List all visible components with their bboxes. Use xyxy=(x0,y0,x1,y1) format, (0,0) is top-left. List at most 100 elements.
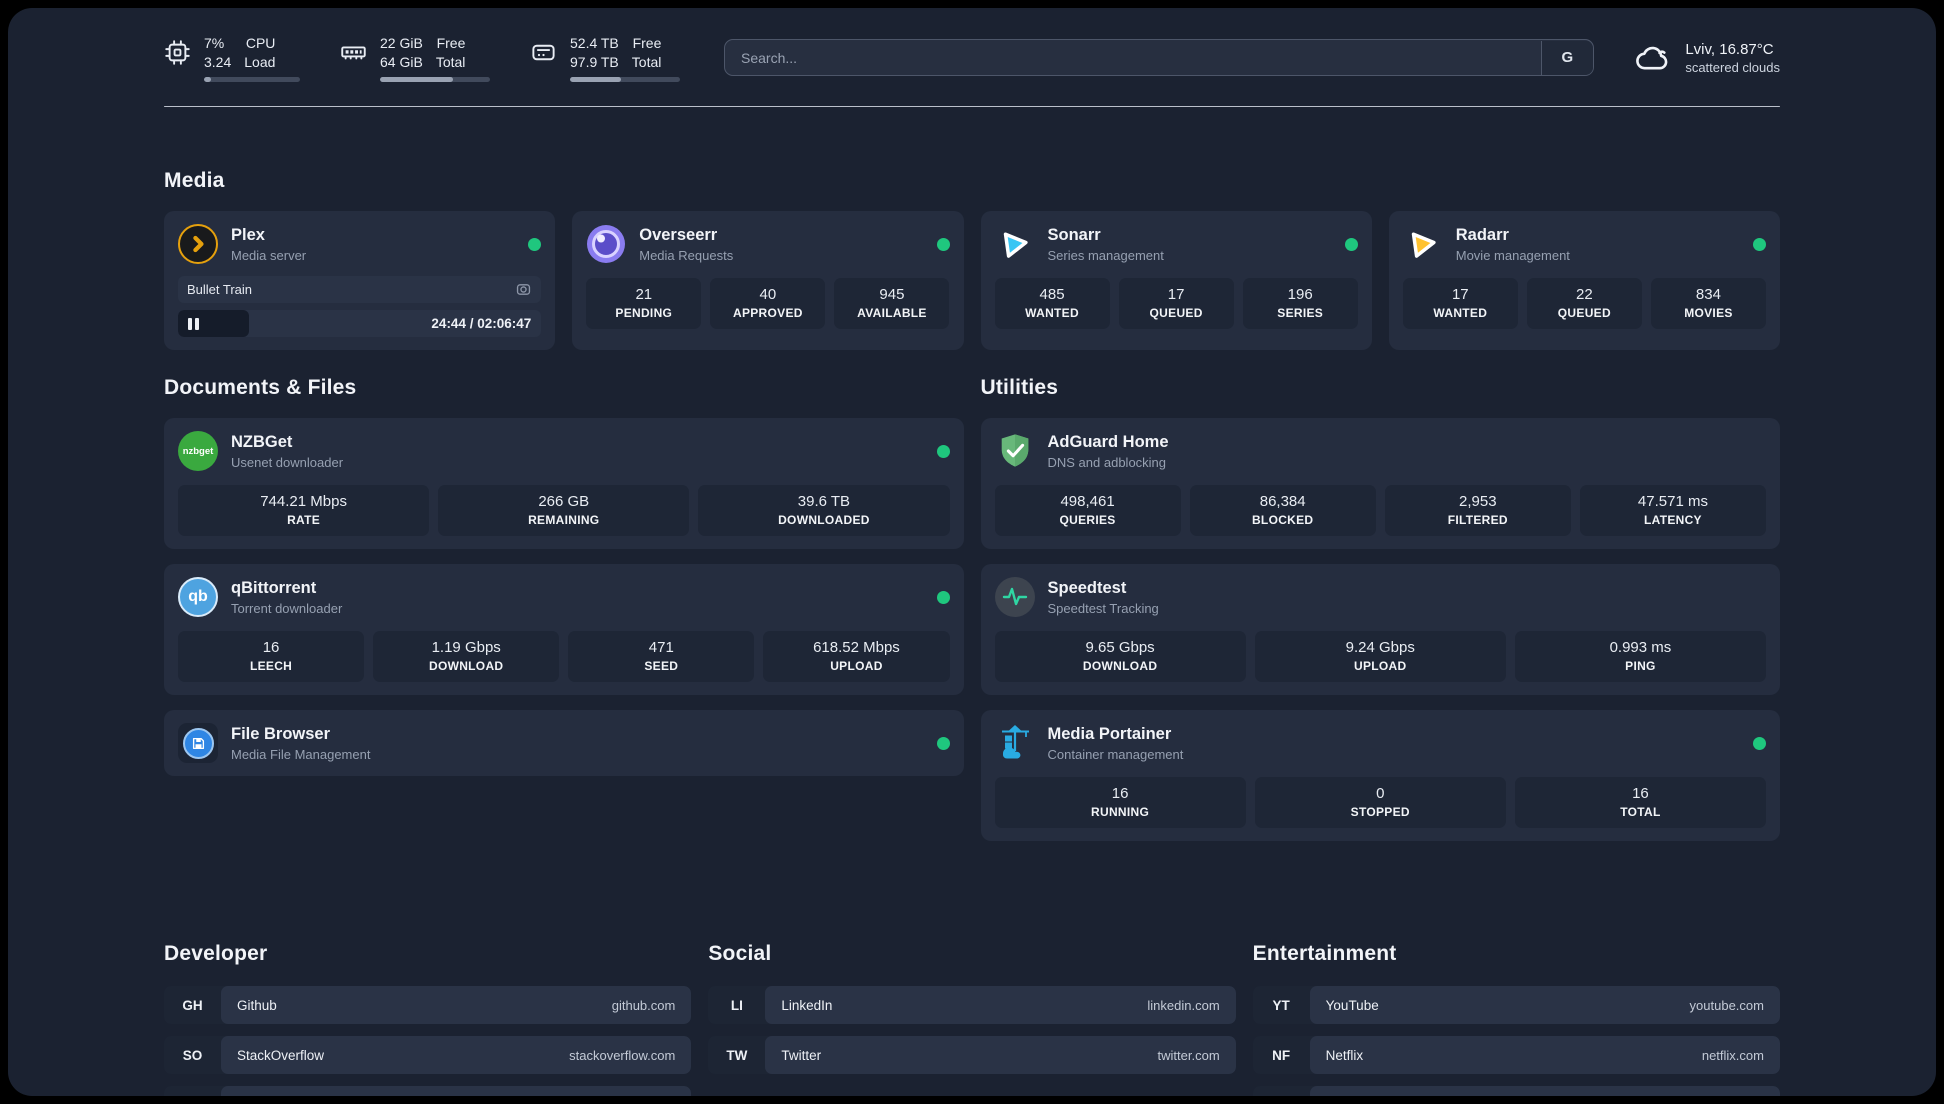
stat-value: 9.24 Gbps xyxy=(1345,639,1415,657)
app-card-qbittorrent[interactable]: qb qBittorrent Torrent downloader 16 LEE… xyxy=(164,564,964,696)
search-engine-button[interactable]: G xyxy=(1540,40,1593,75)
link-abbr: SO xyxy=(182,1047,203,1063)
app-card-portainer[interactable]: Media Portainer Container management 16 … xyxy=(980,710,1780,842)
app-subtitle: Speedtest Tracking xyxy=(1047,600,1159,616)
stat-label: RATE xyxy=(287,513,321,528)
weather-location-temp: Lviv, 16.87°C xyxy=(1685,40,1774,58)
search-input[interactable] xyxy=(724,39,1595,77)
app-name: Plex xyxy=(231,225,265,244)
link-reddit[interactable]: RE Reddit reddit.com xyxy=(1252,1086,1780,1096)
app-subtitle: Media Requests xyxy=(639,247,734,263)
stat-label: LATENCY xyxy=(1643,513,1702,528)
link-twitter[interactable]: TW Twitter twitter.com xyxy=(708,1036,1236,1075)
app-subtitle: Torrent downloader xyxy=(231,600,343,616)
app-name: Sonarr xyxy=(1047,225,1101,244)
stat-tile: 1.19 Gbps DOWNLOAD xyxy=(373,631,560,683)
disk-total-label: Total xyxy=(631,53,662,70)
app-card-speedtest[interactable]: Speedtest Speedtest Tracking 9.65 Gbps D… xyxy=(980,564,1780,696)
stat-value: 86,384 xyxy=(1259,493,1306,511)
stat-label: RUNNING xyxy=(1091,805,1150,820)
status-dot xyxy=(936,590,950,604)
stat-value: 1.19 Gbps xyxy=(431,639,501,657)
link-name: YouTube xyxy=(1325,997,1379,1013)
disk-icon xyxy=(530,39,557,66)
stat-tile: 744.21 Mbps RATE xyxy=(178,485,430,537)
cpu-usage-value: 7% xyxy=(204,35,225,51)
social-section: Social LI LinkedIn linkedin.com TW Twitt… xyxy=(708,942,1236,1086)
sonarr-icon xyxy=(995,224,1035,264)
cloud-icon xyxy=(1634,42,1672,74)
link-url: github.com xyxy=(611,997,676,1013)
stat-tile: 2,953 FILTERED xyxy=(1384,485,1571,537)
disk-free-label: Free xyxy=(632,35,662,51)
qbittorrent-icon: qb xyxy=(178,577,218,618)
stat-label: FILTERED xyxy=(1447,513,1508,528)
link-url: netflix.com xyxy=(1701,1047,1764,1063)
app-card-adguard[interactable]: AdGuard Home DNS and adblocking 498,461 … xyxy=(980,418,1780,550)
stat-tile: 498,461 QUERIES xyxy=(994,485,1181,537)
link-name: Netflix xyxy=(1325,1047,1364,1063)
stat-label: AVAILABLE xyxy=(857,306,927,321)
stat-value: 16 xyxy=(262,639,280,657)
stat-label: TOTAL xyxy=(1620,805,1661,820)
section-heading-entertainment: Entertainment xyxy=(1252,942,1397,966)
stat-tile: 40 APPROVED xyxy=(710,278,826,330)
stat-tile: 196 SERIES xyxy=(1242,278,1358,330)
stat-tile: 9.24 Gbps UPLOAD xyxy=(1254,631,1506,683)
playback-progress-fill xyxy=(178,310,249,338)
dashboard: 7% 3.24 CPU Load 22 GiB 64 GiB Free Tota… xyxy=(8,8,1936,1096)
section-heading-utilities: Utilities xyxy=(980,376,1059,400)
stat-label: LEECH xyxy=(249,659,293,674)
link-youtube[interactable]: YT YouTube youtube.com xyxy=(1252,986,1780,1025)
stat-value: 0 xyxy=(1376,785,1385,803)
app-name: Radarr xyxy=(1455,225,1509,244)
stat-tile: 0 STOPPED xyxy=(1254,777,1506,829)
stat-value: 2,953 xyxy=(1459,493,1497,511)
stat-tile: 17 QUEUED xyxy=(1118,278,1234,330)
pause-icon[interactable] xyxy=(188,317,199,330)
app-card-radarr[interactable]: Radarr Movie management 17 WANTED 22 QUE… xyxy=(1388,211,1780,351)
app-card-filebrowser[interactable]: File Browser Media File Management xyxy=(164,710,964,777)
stat-value: 618.52 Mbps xyxy=(813,639,900,657)
stat-tile: 945 AVAILABLE xyxy=(834,278,950,330)
nzbget-icon: nzbget xyxy=(178,431,218,472)
app-card-sonarr[interactable]: Sonarr Series management 485 WANTED 17 Q… xyxy=(980,211,1372,351)
weather-widget[interactable]: Lviv, 16.87°C scattered clouds xyxy=(1634,41,1780,75)
link-linkedin[interactable]: LI LinkedIn linkedin.com xyxy=(708,986,1236,1025)
status-dot xyxy=(936,237,950,251)
developer-section: Developer GH Github github.com SO StackO… xyxy=(164,942,692,1096)
stat-tile: 618.52 Mbps UPLOAD xyxy=(763,631,950,683)
stat-label: APPROVED xyxy=(732,306,803,321)
stat-tile: 0.993 ms PING xyxy=(1514,631,1767,683)
stat-value: 16 xyxy=(1632,785,1649,803)
cpu-load-label: Load xyxy=(244,53,276,70)
ram-progress-bar xyxy=(380,76,490,82)
link-stackoverflow[interactable]: SO StackOverflow stackoverflow.com xyxy=(164,1036,692,1075)
link-netflix[interactable]: NF Netflix netflix.com xyxy=(1252,1036,1780,1075)
app-card-overseerr[interactable]: Overseerr Media Requests 21 PENDING 40 A… xyxy=(572,211,964,351)
ram-total-label: Total xyxy=(435,53,466,70)
documents-column: Documents & Files nzbget NZBGet Usenet d… xyxy=(164,376,964,791)
app-subtitle: Usenet downloader xyxy=(231,454,344,470)
now-playing-title: Bullet Train xyxy=(187,282,253,298)
app-card-plex[interactable]: Plex Media server Bullet Train 24:44 / 0… xyxy=(164,211,556,351)
stat-tile: 17 WANTED xyxy=(1402,278,1518,330)
cpu-progress-bar xyxy=(204,76,300,82)
app-card-nzbget[interactable]: nzbget NZBGet Usenet downloader 744.21 M… xyxy=(164,418,964,550)
cpu-stat: 7% 3.24 CPU Load xyxy=(164,34,300,82)
playback-progress-bar[interactable]: 24:44 / 02:06:47 xyxy=(178,310,542,338)
ram-icon xyxy=(340,39,367,66)
system-stats: 7% 3.24 CPU Load 22 GiB 64 GiB Free Tota… xyxy=(164,34,680,82)
portainer-icon xyxy=(995,723,1035,763)
stat-value: 47.571 ms xyxy=(1637,493,1708,511)
weather-condition: scattered clouds xyxy=(1685,59,1780,75)
link-github[interactable]: GH Github github.com xyxy=(164,986,692,1025)
disk-free-value: 52.4 TB xyxy=(570,35,619,51)
ram-total-value: 64 GiB xyxy=(380,53,423,70)
link-dev-to[interactable]: DT DEV dev.to xyxy=(164,1086,692,1096)
status-dot xyxy=(528,237,542,251)
status-dot xyxy=(936,736,950,750)
stat-label: STOPPED xyxy=(1350,805,1410,820)
stat-tile: 266 GB REMAINING xyxy=(438,485,690,537)
link-name: Github xyxy=(237,997,277,1013)
